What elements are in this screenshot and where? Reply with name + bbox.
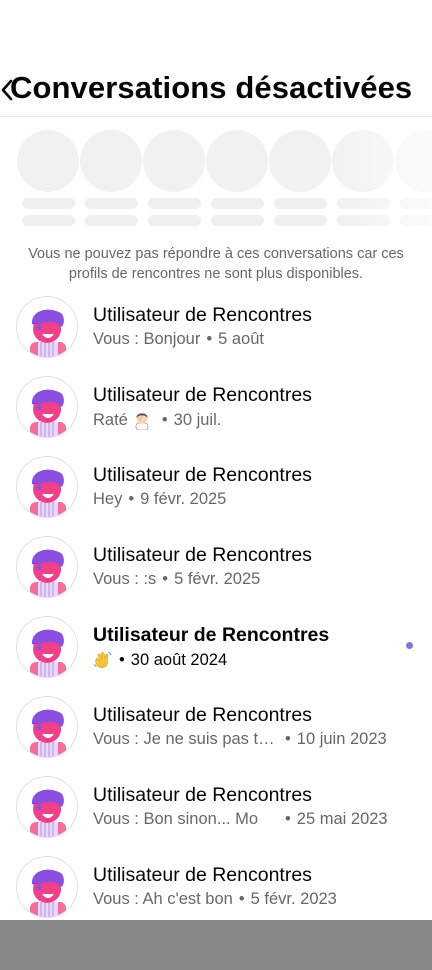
conversation-preview: Vous : Bonjour • 5 août (93, 330, 264, 349)
separator-dot: • (285, 730, 291, 748)
message-snippet: Vous : Bonjour (93, 330, 201, 348)
separator-dot: • (285, 810, 291, 828)
dating-user-avatar-icon (30, 469, 66, 517)
message-date: 9 févr. 2025 (140, 490, 227, 508)
profile-placeholder-circle (269, 130, 331, 192)
conversation-name: Utilisateur de Rencontres (93, 304, 312, 326)
profile-placeholder-bar (400, 215, 432, 226)
conversation-item[interactable]: Utilisateur de Rencontres Raté • 30 juil… (0, 376, 432, 456)
woman-facepalming-icon (135, 412, 149, 430)
separator-dot: • (238, 890, 245, 908)
separator-dot: • (128, 490, 135, 508)
conversation-name: Utilisateur de Rencontres (93, 864, 312, 886)
profile-placeholder-circle (332, 130, 394, 192)
header: Conversations désactivées (0, 66, 432, 114)
avatar (16, 296, 78, 358)
profile-placeholder-circle (143, 130, 205, 192)
profile-placeholder-circle (17, 130, 79, 192)
conversation-name: Utilisateur de Rencontres (93, 784, 312, 806)
profile-placeholder-bar (22, 215, 75, 226)
message-date: 5 août (218, 330, 264, 348)
dating-user-avatar-icon (30, 789, 66, 837)
avatar (16, 856, 78, 918)
dating-user-avatar-icon (30, 549, 66, 597)
conversation-item[interactable]: Utilisateur de Rencontres Vous : Bonjour… (0, 296, 432, 376)
message-snippet: Vous : Bon sinon... Mo (93, 810, 259, 828)
message-snippet: Raté (93, 410, 128, 429)
header-divider (0, 116, 432, 117)
conversation-preview: Vous : Bon sinon... Mo • 25 mai 2023 (93, 810, 388, 829)
profile-placeholder-bar (85, 198, 138, 209)
separator-dot: • (206, 330, 213, 348)
unread-indicator (406, 642, 413, 649)
conversation-name: Utilisateur de Rencontres (93, 544, 312, 566)
profile-placeholder-bar (274, 198, 327, 209)
message-snippet: Vous : Ah c'est bon (93, 890, 233, 908)
avatar (16, 536, 78, 598)
dating-user-avatar-icon (30, 629, 66, 677)
profile-placeholder-circle (206, 130, 268, 192)
message-date: 30 août 2024 (130, 650, 228, 669)
conversation-item[interactable]: Utilisateur de Rencontres Hey • 9 févr. … (0, 456, 432, 536)
waving-hand-icon (94, 651, 112, 668)
profile-placeholder-bar (22, 198, 75, 209)
avatar (16, 456, 78, 518)
conversation-item[interactable]: Utilisateur de Rencontres Vous : :s • 5 … (0, 536, 432, 616)
separator-dot: • (162, 570, 169, 588)
message-snippet: Hey (93, 490, 123, 508)
conversation-name: Utilisateur de Rencontres (93, 384, 312, 406)
bottom-bar (0, 920, 432, 970)
screen: Conversations désactivées Vous ne pouvez… (0, 0, 432, 970)
message-date: 25 mai 2023 (296, 810, 388, 828)
page-title: Conversations désactivées (10, 70, 413, 105)
profile-placeholder-bar (337, 198, 390, 209)
avatar (16, 696, 78, 758)
message-date: 5 févr. 2023 (250, 890, 337, 908)
conversation-preview: Vous : Ah c'est bon • 5 févr. 2023 (93, 890, 337, 909)
separator-dot: • (119, 650, 125, 669)
conversation-item[interactable]: Utilisateur de Rencontres Vous : Je ne s… (0, 696, 432, 776)
profile-placeholder-bar (400, 198, 432, 209)
conversation-item[interactable]: Utilisateur de Rencontres • 30 août 2024 (0, 616, 432, 696)
message-snippet: Vous : :s (93, 570, 157, 588)
conversation-preview: Raté • 30 juil. (93, 410, 221, 430)
profile-placeholder-bar (211, 198, 264, 209)
message-snippet: Vous : Je ne suis pas trop (93, 730, 279, 748)
profile-placeholder-bar (148, 198, 201, 209)
conversation-preview: Vous : :s • 5 févr. 2025 (93, 570, 260, 589)
profile-placeholder-bar (337, 215, 390, 226)
dating-user-avatar-icon (30, 389, 66, 437)
conversation-name: Utilisateur de Rencontres (93, 624, 330, 646)
separator-dot: • (161, 410, 168, 429)
profile-placeholder-circle (395, 130, 432, 192)
disabled-notice: Vous ne pouvez pas répondre à ces conver… (28, 246, 404, 282)
profile-placeholder-bar (211, 215, 264, 226)
message-date: 30 juil. (173, 410, 222, 429)
message-date: 10 juin 2023 (296, 730, 387, 748)
dating-user-avatar-icon (30, 709, 66, 757)
conversation-item[interactable]: Utilisateur de Rencontres Vous : Bon sin… (0, 776, 432, 856)
profile-placeholder-circle (80, 130, 142, 192)
conversation-name: Utilisateur de Rencontres (93, 464, 312, 486)
avatar (16, 616, 78, 678)
conversation-preview: Hey • 9 févr. 2025 (93, 490, 226, 509)
conversation-preview: Vous : Je ne suis pas trop • 10 juin 202… (93, 730, 387, 749)
dating-user-avatar-icon (30, 309, 66, 357)
conversation-preview: • 30 août 2024 (93, 650, 227, 670)
profile-placeholder-bar (274, 215, 327, 226)
profile-placeholder-bar (85, 215, 138, 226)
conversation-name: Utilisateur de Rencontres (93, 704, 312, 726)
message-date: 5 févr. 2025 (174, 570, 261, 588)
avatar (16, 776, 78, 838)
profile-placeholder-bar (148, 215, 201, 226)
avatar (16, 376, 78, 438)
dating-user-avatar-icon (30, 869, 66, 917)
